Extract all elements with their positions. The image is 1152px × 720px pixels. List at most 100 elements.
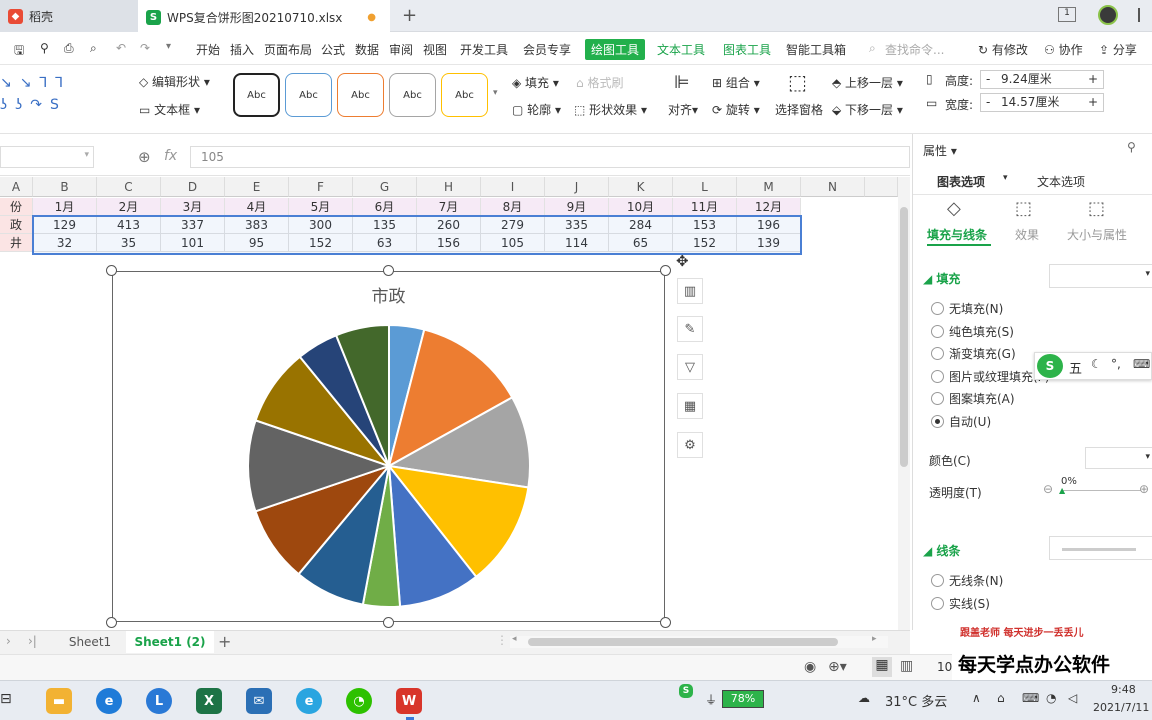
resize-handle-s[interactable] xyxy=(383,617,394,628)
l-app-icon[interactable]: L xyxy=(146,688,172,714)
name-box-chevron-icon[interactable]: ▾ xyxy=(84,150,89,160)
radio-icon[interactable] xyxy=(931,392,944,406)
width-increment[interactable]: + xyxy=(1088,94,1098,111)
fill-option[interactable]: 渐变填充(G) xyxy=(931,345,1016,362)
resize-handle-sw[interactable] xyxy=(106,617,117,628)
tab-splitter-icon[interactable]: ⋮ xyxy=(496,633,508,647)
zoom-formula-icon[interactable]: ⊕ xyxy=(138,148,151,166)
new-tab-button[interactable]: + xyxy=(402,5,417,26)
radio-icon[interactable] xyxy=(931,596,944,610)
pie-chart[interactable]: 市政 xyxy=(112,271,665,622)
tray-expand-icon[interactable]: ∧ xyxy=(972,691,981,705)
table-cell[interactable]: 4月 xyxy=(225,198,289,216)
outline-button[interactable]: ▢ 轮廓 ▾ xyxy=(512,101,561,118)
redo-icon[interactable]: ↷ xyxy=(140,41,150,55)
menu-view[interactable]: 视图 xyxy=(423,41,447,58)
share-button[interactable]: ⇪ 分享 xyxy=(1099,41,1137,58)
select-pane-button[interactable]: 选择窗格 xyxy=(775,101,823,118)
battery-indicator[interactable]: 78% xyxy=(722,690,764,708)
table-cell[interactable]: 3月 xyxy=(161,198,225,216)
collaborate-button[interactable]: ⚇ 协作 xyxy=(1044,41,1083,58)
height-increment[interactable]: + xyxy=(1088,71,1098,88)
line-section-header[interactable]: ◢ 线条 xyxy=(923,542,960,559)
column-header-a[interactable]: A xyxy=(0,177,33,197)
styles-more-icon[interactable]: ▾ xyxy=(493,88,498,98)
wifi-icon[interactable]: ◔ xyxy=(1046,691,1056,705)
tab-workbook[interactable]: S WPS复合饼形图20210710.xlsx ● xyxy=(138,0,390,32)
fill-option[interactable]: 图案填充(A) xyxy=(931,390,1015,407)
width-input[interactable]: - 14.57厘米 + xyxy=(980,93,1104,112)
eye-protection-icon[interactable]: ◉ xyxy=(804,659,816,675)
shape-style-4[interactable]: Abc xyxy=(389,73,436,117)
ie-icon[interactable]: e xyxy=(296,688,322,714)
file-explorer-icon[interactable]: ▬ xyxy=(46,688,72,714)
fx-icon[interactable]: fx xyxy=(164,148,177,164)
edit-shape-button[interactable]: ◇ 编辑形状 ▾ xyxy=(139,73,210,90)
fill-option[interactable]: 自动(U) xyxy=(931,413,991,430)
clock-date[interactable]: 2021/7/11 xyxy=(1093,701,1149,714)
edge-icon[interactable]: e xyxy=(96,688,122,714)
chart-data-button[interactable]: ▦ xyxy=(677,393,703,419)
table-cell[interactable]: 8月 xyxy=(481,198,545,216)
start-icon[interactable]: ⊟ xyxy=(0,691,12,707)
column-header-m[interactable]: M xyxy=(737,177,801,197)
half-width-icon[interactable]: ☾ xyxy=(1091,357,1102,371)
resize-handle-nw[interactable] xyxy=(106,265,117,276)
shape-effect-button[interactable]: ⬚ 形状效果 ▾ xyxy=(574,101,647,118)
column-header-n[interactable]: N xyxy=(801,177,865,197)
column-header-partial[interactable] xyxy=(865,177,898,197)
resize-handle-ne[interactable] xyxy=(660,265,671,276)
mail-icon[interactable]: ✉ xyxy=(246,688,272,714)
fill-option[interactable]: 纯色填充(S) xyxy=(931,323,1014,340)
menu-review[interactable]: 审阅 xyxy=(389,41,413,58)
column-header-k[interactable]: K xyxy=(609,177,673,197)
print-icon[interactable]: ⎙ xyxy=(64,41,74,56)
scroll-right-icon[interactable]: ▸ xyxy=(872,634,877,644)
height-input[interactable]: - 9.24厘米 + xyxy=(980,70,1104,89)
sheet-last-icon[interactable]: ›| xyxy=(28,634,37,648)
radio-icon[interactable] xyxy=(931,347,944,361)
column-header-g[interactable]: G xyxy=(353,177,417,197)
save-icon[interactable]: 🖫 xyxy=(14,41,24,62)
quick-access-chevron-icon[interactable]: ▾ xyxy=(166,41,171,52)
color-picker[interactable]: ▾ xyxy=(1085,447,1152,469)
changes-button[interactable]: ↻ 有修改 xyxy=(978,41,1028,58)
height-decrement[interactable]: - xyxy=(986,71,990,88)
vertical-scroll-thumb[interactable] xyxy=(900,207,908,467)
input-lang-icon[interactable]: ⊕▾ xyxy=(828,659,847,675)
shape-style-2[interactable]: Abc xyxy=(285,73,332,117)
line-preset-dropdown[interactable] xyxy=(1049,536,1152,560)
width-decrement[interactable]: - xyxy=(986,94,990,111)
network-icon[interactable]: ⌨ xyxy=(1022,691,1039,705)
menu-home[interactable]: 开始 xyxy=(196,41,220,58)
table-cell[interactable]: 10月 xyxy=(609,198,673,216)
wechat-icon[interactable]: ◔ xyxy=(346,688,372,714)
column-header-h[interactable]: H xyxy=(417,177,481,197)
menu-formula[interactable]: 公式 xyxy=(321,41,345,58)
sheet-prev-icon[interactable]: › xyxy=(6,634,11,648)
subtab-size[interactable]: 大小与属性 xyxy=(1067,226,1127,243)
align-button[interactable]: 对齐▾ xyxy=(668,101,698,118)
transparency-decrement[interactable]: ⊖ xyxy=(1043,482,1053,496)
radio-icon[interactable] xyxy=(931,574,944,587)
horizontal-scroll-thumb[interactable] xyxy=(528,638,838,646)
clock-time[interactable]: 9:48 xyxy=(1111,683,1136,696)
name-box[interactable]: ▾ xyxy=(0,146,94,168)
tab-chart-options[interactable]: 图表选项 ▾ xyxy=(923,166,1013,194)
menu-insert[interactable]: 插入 xyxy=(230,41,254,58)
subtab-effect[interactable]: 效果 xyxy=(1015,226,1039,243)
fill-button[interactable]: ◈ 填充 ▾ xyxy=(512,74,559,91)
page-view-icon[interactable]: ▥ xyxy=(900,658,913,674)
format-brush-button[interactable]: ⌂ 格式刷 xyxy=(576,74,623,91)
pin-icon[interactable]: ⚲ xyxy=(1127,140,1136,154)
transparency-slider[interactable] xyxy=(1061,490,1141,491)
menu-page-layout[interactable]: 页面布局 xyxy=(264,41,312,58)
group-button[interactable]: ⊞ 组合 ▾ xyxy=(712,74,760,91)
send-backward-button[interactable]: ⬙ 下移一层 ▾ xyxy=(832,101,903,118)
connector-shapes-gallery[interactable]: ↘↘⅂⅂ ʖʖ↷S xyxy=(0,72,110,118)
size-property-icon[interactable]: ⬚ xyxy=(1088,198,1105,219)
shape-style-5[interactable]: Abc xyxy=(441,73,488,117)
collab-icon[interactable]: ⚲ xyxy=(40,41,49,55)
formula-input[interactable]: 105 xyxy=(190,146,910,168)
zoom-level[interactable]: 10 xyxy=(937,660,952,674)
